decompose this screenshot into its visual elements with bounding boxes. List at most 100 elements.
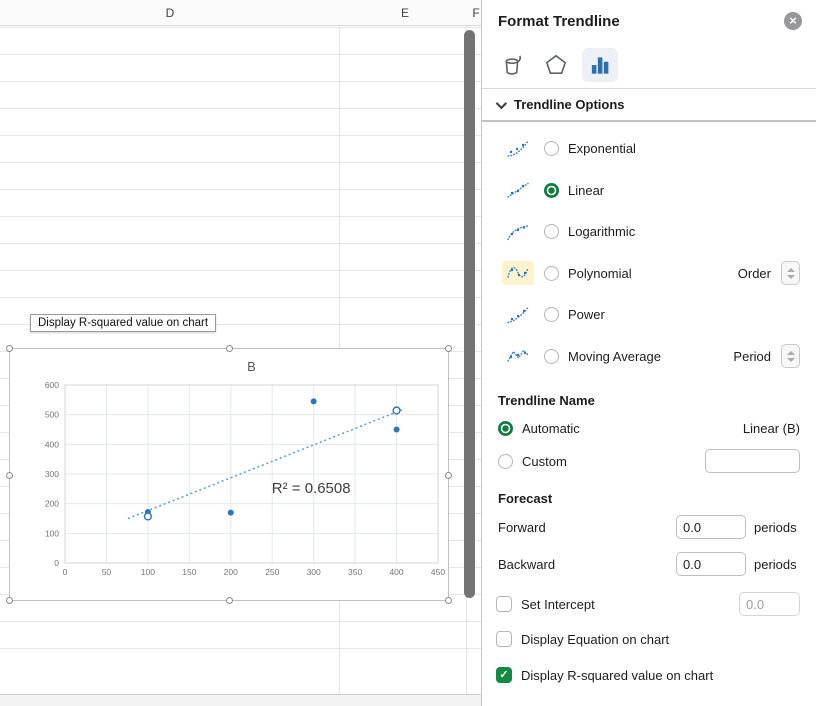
order-label: Order — [738, 266, 771, 281]
display-equation-checkbox[interactable] — [496, 631, 512, 647]
period-label: Period — [733, 349, 771, 364]
spreadsheet-area[interactable]: D E F 0501001502002503003504004500100200… — [0, 0, 481, 706]
power-label: Power — [568, 307, 605, 322]
tooltip: Display R-squared value on chart — [30, 314, 216, 332]
display-r-squared-row[interactable]: Display R-squared value on chart — [482, 657, 816, 693]
period-stepper[interactable] — [781, 344, 800, 368]
display-equation-label: Display Equation on chart — [521, 632, 669, 647]
custom-label: Custom — [522, 454, 567, 469]
linear-radio[interactable] — [544, 183, 559, 198]
display-r-squared-label: Display R-squared value on chart — [521, 668, 713, 683]
tab-fill-line[interactable] — [494, 48, 530, 82]
option-polynomial[interactable]: Polynomial Order — [482, 253, 816, 295]
forecast-forward-row: Forward periods — [482, 509, 816, 545]
sheet-bottom-edge — [0, 694, 481, 706]
moving-average-label: Moving Average — [568, 349, 661, 364]
polynomial-radio[interactable] — [544, 266, 559, 281]
power-trend-icon — [502, 303, 534, 327]
trendline-type-options: Exponential Linear Logarithmic — [482, 128, 816, 377]
svg-text:50: 50 — [102, 567, 112, 577]
trendline-name-heading: Trendline Name — [482, 391, 816, 411]
custom-name-row[interactable]: Custom — [482, 445, 816, 477]
set-intercept-checkbox[interactable] — [496, 596, 512, 612]
tab-chart-options[interactable] — [582, 48, 618, 82]
embedded-chart[interactable]: 0501001502002503003504004500100200300400… — [9, 348, 449, 601]
automatic-value: Linear (B) — [743, 421, 800, 436]
svg-text:250: 250 — [265, 567, 279, 577]
display-r-squared-checkbox[interactable] — [496, 667, 512, 683]
svg-text:400: 400 — [45, 439, 59, 449]
svg-text:500: 500 — [45, 410, 59, 420]
logarithmic-label: Logarithmic — [568, 224, 635, 239]
section-trendline-options[interactable]: Trendline Options — [482, 89, 816, 120]
moving-average-radio[interactable] — [544, 349, 559, 364]
chart-handle-top-right[interactable] — [445, 345, 452, 352]
option-power[interactable]: Power — [482, 294, 816, 336]
chart-handle-top-mid[interactable] — [226, 345, 233, 352]
svg-text:600: 600 — [45, 380, 59, 390]
polynomial-label: Polynomial — [568, 266, 632, 281]
custom-radio[interactable] — [498, 454, 513, 469]
forward-input[interactable] — [676, 515, 746, 539]
chart-handle-bottom-right[interactable] — [445, 597, 452, 604]
svg-text:100: 100 — [45, 528, 59, 538]
bar-chart-icon — [587, 52, 613, 78]
automatic-radio[interactable] — [498, 421, 513, 436]
column-header-f[interactable]: F — [472, 6, 479, 20]
svg-text:400: 400 — [389, 567, 403, 577]
svg-text:0: 0 — [54, 558, 59, 568]
set-intercept-label: Set Intercept — [521, 597, 595, 612]
scatter-chart-svg: 0501001502002503003504004500100200300400… — [10, 349, 448, 600]
svg-text:350: 350 — [348, 567, 362, 577]
chart-handle-bottom-left[interactable] — [6, 597, 13, 604]
divider — [482, 120, 816, 122]
pentagon-icon — [543, 52, 569, 78]
order-stepper[interactable] — [781, 261, 800, 285]
vertical-scrollbar[interactable] — [464, 30, 475, 598]
intercept-input[interactable] — [739, 592, 800, 616]
custom-name-input[interactable] — [705, 449, 800, 473]
column-header-row: D E F — [0, 0, 481, 26]
panel-header: Format Trendline — [482, 0, 816, 42]
svg-text:0: 0 — [63, 567, 68, 577]
option-logarithmic[interactable]: Logarithmic — [482, 211, 816, 253]
logarithmic-radio[interactable] — [544, 224, 559, 239]
svg-text:B: B — [247, 359, 256, 374]
stepper-down-icon[interactable] — [787, 275, 795, 279]
display-equation-row[interactable]: Display Equation on chart — [482, 621, 816, 657]
svg-text:R² = 0.6508: R² = 0.6508 — [272, 480, 351, 497]
section-title: Trendline Options — [514, 97, 625, 112]
exponential-radio[interactable] — [544, 141, 559, 156]
chart-handle-mid-left[interactable] — [6, 472, 13, 479]
panel-tabs — [482, 42, 816, 88]
exponential-label: Exponential — [568, 141, 636, 156]
close-icon[interactable] — [784, 12, 802, 30]
forecast-heading: Forecast — [482, 489, 816, 509]
chart-handle-mid-right[interactable] — [445, 472, 452, 479]
chart-handle-bottom-mid[interactable] — [226, 597, 233, 604]
logarithmic-trend-icon — [502, 220, 534, 244]
option-exponential[interactable]: Exponential — [482, 128, 816, 170]
backward-unit: periods — [754, 557, 800, 572]
backward-input[interactable] — [676, 552, 746, 576]
column-header-e[interactable]: E — [401, 6, 409, 20]
automatic-name-row[interactable]: Automatic Linear (B) — [482, 411, 816, 445]
excel-window: D E F 0501001502002503003504004500100200… — [0, 0, 816, 706]
option-moving-average[interactable]: Moving Average Period — [482, 336, 816, 378]
column-header-d[interactable]: D — [166, 6, 175, 20]
svg-text:300: 300 — [307, 567, 321, 577]
exponential-trend-icon — [502, 137, 534, 161]
stepper-up-icon[interactable] — [787, 268, 795, 272]
backward-label: Backward — [498, 557, 555, 572]
power-radio[interactable] — [544, 307, 559, 322]
automatic-label: Automatic — [522, 421, 580, 436]
set-intercept-row[interactable]: Set Intercept — [482, 587, 816, 621]
stepper-up-icon[interactable] — [787, 351, 795, 355]
moving-average-trend-icon — [502, 344, 534, 368]
chart-handle-top-left[interactable] — [6, 345, 13, 352]
svg-text:200: 200 — [224, 567, 238, 577]
stepper-down-icon[interactable] — [787, 358, 795, 362]
panel-title: Format Trendline — [498, 13, 620, 30]
option-linear[interactable]: Linear — [482, 170, 816, 212]
tab-effects[interactable] — [538, 48, 574, 82]
